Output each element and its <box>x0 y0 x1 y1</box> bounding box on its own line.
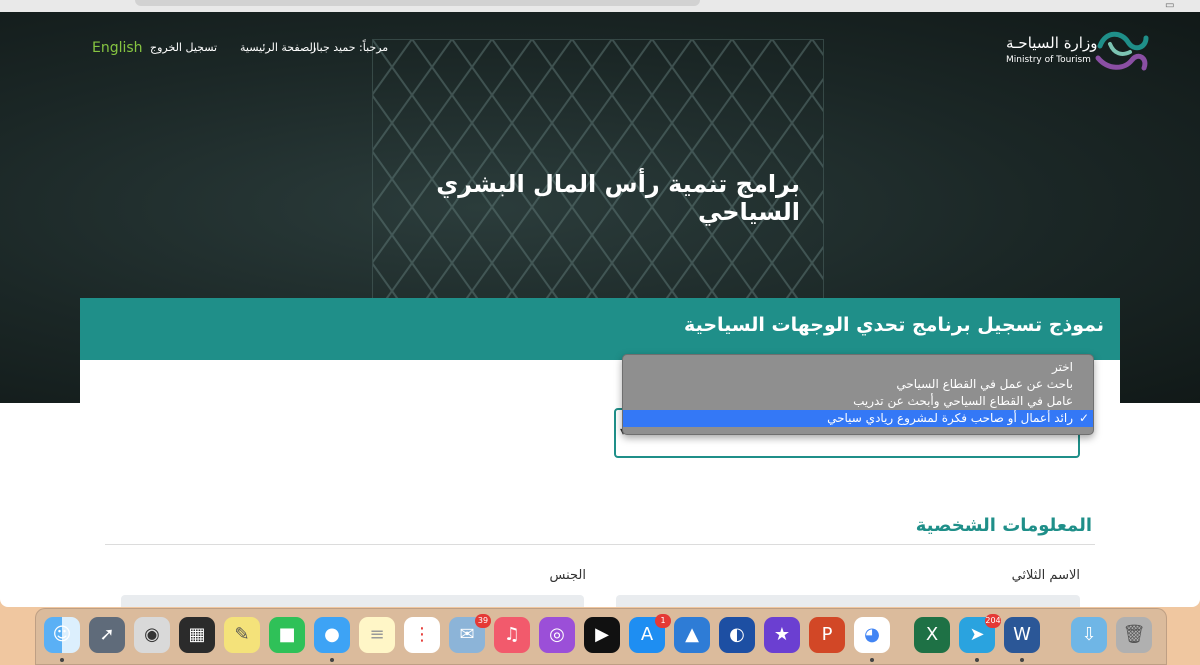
full-name-input[interactable] <box>616 595 1080 607</box>
excel-icon[interactable]: X <box>914 617 950 653</box>
web-page: وزارة السياحـة Ministry of Tourism مرحبا… <box>0 12 1200 607</box>
form-title: نموذج تسجيل برنامج تحدي الوجهات السياحية <box>684 314 1104 336</box>
logo-emblem-icon <box>1095 31 1149 71</box>
participant-type-dropdown-menu[interactable]: اختر باحث عن عمل في القطاع السياحي عامل … <box>622 354 1094 435</box>
powerpoint-icon[interactable]: P <box>809 617 845 653</box>
activity-monitor-icon[interactable]: ▦ <box>179 617 215 653</box>
nav-home-link[interactable]: الصفحة الرئيسية <box>240 38 316 58</box>
nav-logout-link[interactable]: تسجيل الخروج <box>150 38 217 58</box>
running-indicator <box>330 658 334 662</box>
reminders-icon[interactable]: ⋮ <box>404 617 440 653</box>
finder-icon[interactable]: ☺ <box>44 617 80 653</box>
gender-select[interactable] <box>121 595 584 607</box>
launchpad-icon[interactable]: ➚ <box>89 617 125 653</box>
telegram-badge: 204 <box>985 614 1001 628</box>
running-indicator <box>60 658 64 662</box>
dropdown-option[interactable]: عامل في القطاع السياحي وأبحث عن تدريب <box>623 393 1093 410</box>
dropdown-option[interactable]: اختر <box>623 359 1093 376</box>
dropdown-selected-label: رائد أعمال أو صاحب فكرة لمشروع ريادي سيا… <box>827 411 1073 425</box>
trash-icon[interactable]: 🗑 <box>1116 617 1152 653</box>
personal-info-heading: المعلومات الشخصية <box>915 515 1092 536</box>
app-store-badge: 1 <box>655 614 671 628</box>
running-indicator <box>975 658 979 662</box>
extension-icon[interactable]: ▭ <box>1165 1 1187 11</box>
chrome-icon[interactable]: ◕ <box>854 617 890 653</box>
downloads-folder-icon[interactable]: ⇩ <box>1071 617 1107 653</box>
music-icon[interactable]: ♫ <box>494 617 530 653</box>
word-icon[interactable]: W <box>1004 617 1040 653</box>
running-indicator <box>870 658 874 662</box>
logo-english-text: Ministry of Tourism <box>1006 55 1091 65</box>
dropdown-option[interactable]: باحث عن عمل في القطاع السياحي <box>623 376 1093 393</box>
keynote-icon[interactable]: ▲ <box>674 617 710 653</box>
screenshot-icon[interactable]: ◉ <box>134 617 170 653</box>
messages-icon[interactable]: ● <box>314 617 350 653</box>
nav-language-link[interactable]: English <box>92 38 143 58</box>
address-bar[interactable] <box>135 0 700 6</box>
full-name-label: الاسم الثلاثي <box>1011 568 1080 583</box>
notes-icon[interactable]: ≡ <box>359 617 395 653</box>
dropdown-option-selected[interactable]: ✓ رائد أعمال أو صاحب فكرة لمشروع ريادي س… <box>623 410 1093 427</box>
imovie-icon[interactable]: ★ <box>764 617 800 653</box>
facetime-icon[interactable]: ■ <box>269 617 305 653</box>
gender-label: الجنس <box>549 568 586 583</box>
logo-arabic-text: وزارة السياحـة <box>1006 34 1098 52</box>
section-divider <box>105 544 1095 545</box>
vpn-icon[interactable]: ◐ <box>719 617 755 653</box>
form-header: نموذج تسجيل برنامج تحدي الوجهات السياحية <box>80 298 1120 360</box>
mail-badge: 39 <box>475 614 491 628</box>
tv-icon[interactable]: ▶ <box>584 617 620 653</box>
stickies-icon[interactable]: ✎ <box>224 617 260 653</box>
ministry-logo[interactable]: وزارة السياحـة Ministry of Tourism <box>1006 26 1156 78</box>
running-indicator <box>1020 658 1024 662</box>
page-title: برامج تنمية رأس المال البشري السياحي <box>436 170 800 226</box>
podcasts-icon[interactable]: ◎ <box>539 617 575 653</box>
nav-welcome-user: مرحباً: حميد جبار <box>311 41 389 54</box>
checkmark-icon: ✓ <box>1078 411 1089 425</box>
